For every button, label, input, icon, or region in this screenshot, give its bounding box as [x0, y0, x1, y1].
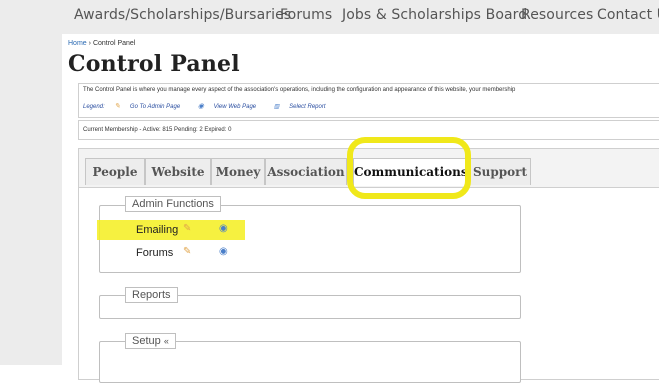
membership-status: Current Membership - Active: 815 Pending…: [83, 127, 232, 133]
tab-people[interactable]: People: [85, 158, 145, 185]
reports-title: Reports: [125, 287, 178, 303]
tab-support[interactable]: Support: [469, 158, 531, 185]
report-icon: ▥: [273, 104, 280, 110]
description-box: The Control Panel is where you manage ev…: [78, 83, 659, 118]
legend-admin: ✎ Go To Admin Page: [114, 102, 188, 110]
breadcrumb-home[interactable]: Home: [68, 40, 87, 47]
setup-title[interactable]: Setup «: [125, 333, 176, 349]
tab-website[interactable]: Website: [145, 158, 211, 185]
breadcrumb-separator: ›: [88, 40, 91, 47]
admin-functions-title: Admin Functions: [125, 196, 221, 212]
tab-association[interactable]: Association: [265, 158, 347, 185]
emailing-eye-icon[interactable]: ◉: [219, 223, 228, 234]
legend-row: Legend: ✎ Go To Admin Page ◉ View Web Pa…: [83, 102, 342, 110]
forums-label[interactable]: Forums: [136, 247, 173, 259]
collapse-icon[interactable]: «: [164, 336, 169, 346]
setup-title-label: Setup: [132, 335, 161, 347]
emailing-pencil-icon[interactable]: ✎: [183, 223, 191, 234]
nav-resources[interactable]: Resources: [521, 7, 593, 23]
nav-awards[interactable]: Awards/Scholarships/Bursaries: [74, 7, 291, 23]
left-margin: [0, 0, 62, 365]
nav-contact[interactable]: Contact U: [597, 7, 659, 23]
top-navigation: Awards/Scholarships/Bursaries Forums Job…: [62, 0, 659, 34]
forums-pencil-icon[interactable]: ✎: [183, 246, 191, 257]
nav-jobs[interactable]: Jobs & Scholarships Board: [342, 7, 527, 23]
legend-label: Legend:: [83, 104, 105, 110]
description-text: The Control Panel is where you manage ev…: [83, 87, 516, 93]
breadcrumb: Home › Control Panel: [68, 40, 135, 47]
forums-eye-icon[interactable]: ◉: [219, 246, 228, 257]
emailing-label[interactable]: Emailing: [136, 224, 178, 236]
breadcrumb-current: Control Panel: [92, 40, 136, 47]
nav-forums[interactable]: Forums: [280, 7, 332, 23]
tab-money[interactable]: Money: [211, 158, 265, 185]
legend-report-label: Select Report: [289, 104, 326, 110]
legend-view: ◉ View Web Page: [198, 102, 264, 110]
annotation-highlight-ring: [347, 137, 471, 199]
legend-report: ▥ Select Report: [274, 103, 334, 110]
legend-view-label: View Web Page: [213, 104, 257, 110]
control-panel: People Website Money Association Communi…: [78, 137, 659, 383]
eye-icon: ◉: [197, 103, 204, 110]
pencil-icon: ✎: [114, 103, 121, 110]
page-title: Control Panel: [68, 51, 240, 77]
legend-admin-label: Go To Admin Page: [129, 104, 181, 110]
